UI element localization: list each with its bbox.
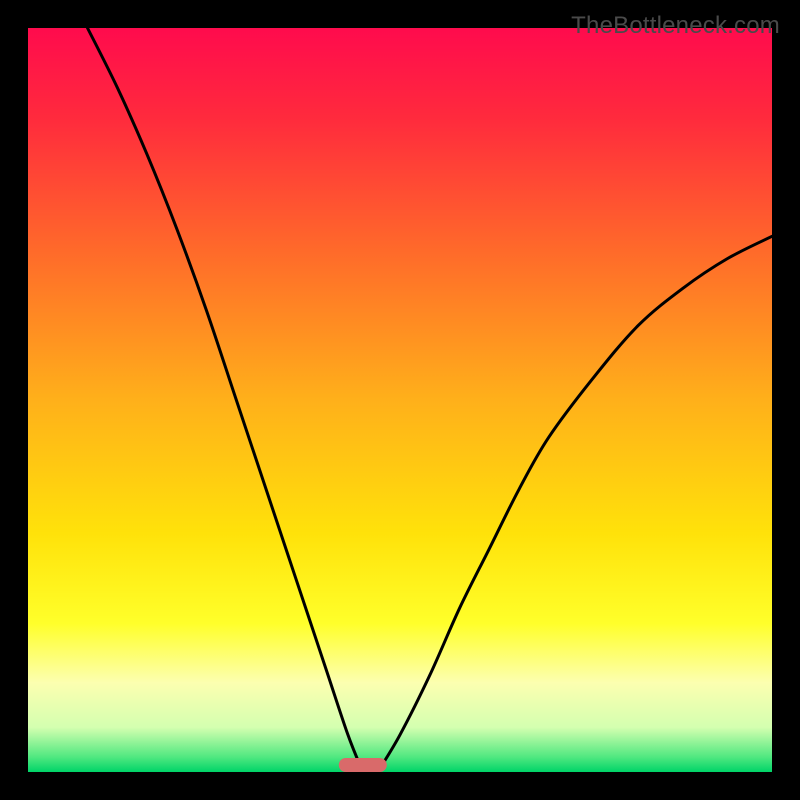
watermark-text: TheBottleneck.com — [571, 12, 780, 40]
minimum-marker — [339, 758, 387, 772]
chart-frame: TheBottleneck.com — [0, 0, 800, 800]
bottleneck-chart — [0, 0, 800, 800]
